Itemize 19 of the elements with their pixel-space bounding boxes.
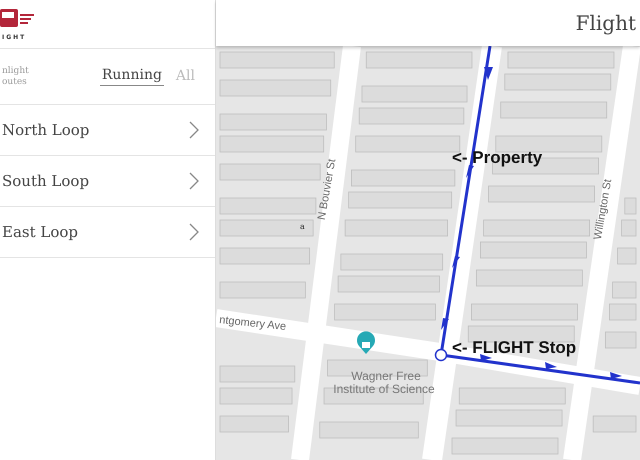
chevron-icon [189,172,199,190]
stop-marker-icon [434,348,448,362]
street-label: N Bouvier St [316,158,338,221]
map-title: Flight [576,11,636,35]
map-annotation: <- FLIGHT Stop [452,338,576,357]
map-annotation: <- Property [452,148,542,167]
route-name: East Loop [2,223,78,241]
museum-pin-icon [357,331,375,354]
filter-label: nlight outes [2,66,30,88]
route-name: South Loop [2,172,90,190]
filter-tab[interactable]: Running [100,67,164,86]
street-label: ntgomery Ave [218,314,287,333]
place-label: Wagner Free Institute of Science [333,369,435,396]
route-name: North Loop [2,121,90,139]
chevron-icon [189,223,199,241]
chevron-icon [189,121,199,139]
map-marker-label: a [300,222,305,231]
street-map[interactable]: N Bouvier St Willington St ntgomery Ave a Wagner Free Institute of Science <- Property <- FLIGHT Stop [216,46,640,460]
street-label: Willington St [592,178,614,241]
